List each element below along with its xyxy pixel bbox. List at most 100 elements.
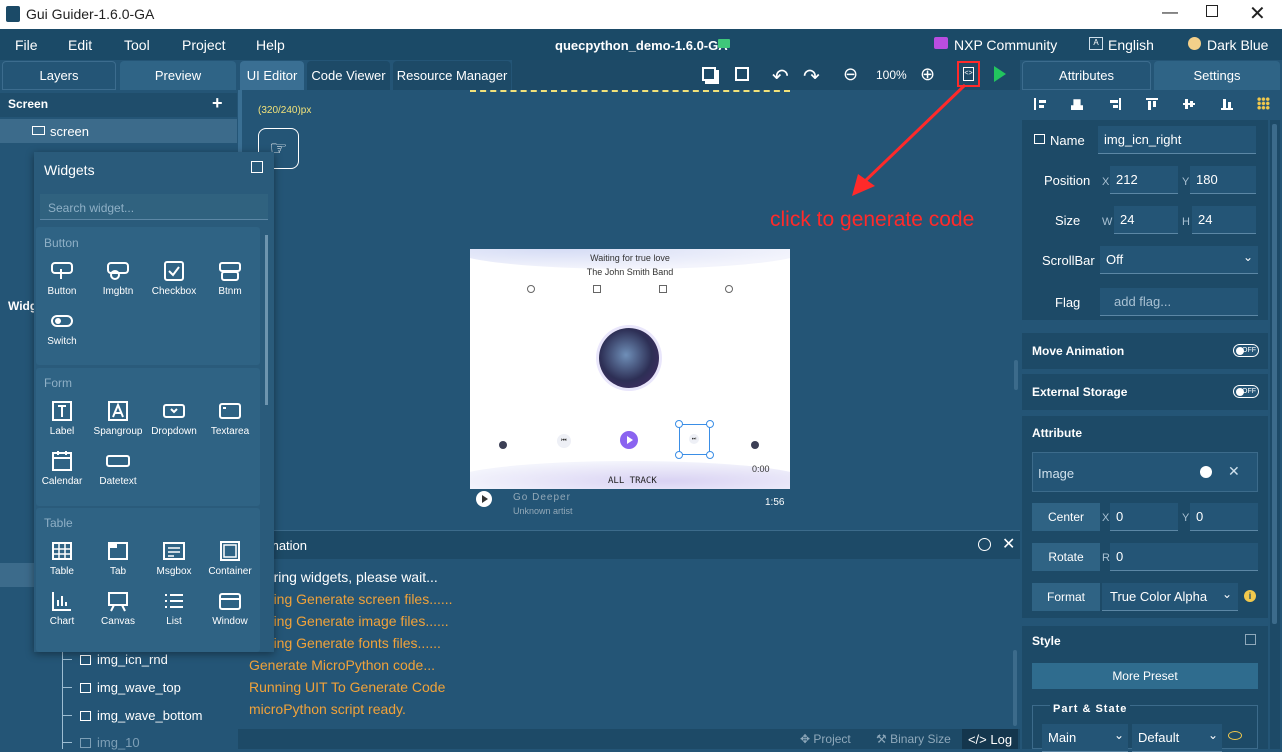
run-simulator-icon[interactable] [994, 66, 1006, 82]
tab-attributes[interactable]: Attributes [1022, 61, 1151, 90]
selected-next-button[interactable]: ⏭ [675, 420, 714, 459]
widget-spangroup[interactable]: Spangroup [90, 400, 146, 450]
rotate-input[interactable]: 0 [1110, 543, 1258, 571]
nxp-community-link[interactable]: NXP Community [954, 37, 1057, 53]
clear-image-icon[interactable]: ✕ [1228, 463, 1240, 480]
layer-item[interactable]: img_wave_top [62, 680, 181, 695]
widget-dropdown[interactable]: Dropdown [146, 400, 202, 450]
minimize-button[interactable]: — [1162, 4, 1178, 22]
menu-help[interactable]: Help [256, 37, 285, 53]
distribute-grid-icon[interactable] [1257, 97, 1270, 110]
external-storage-label: External Storage [1032, 385, 1128, 399]
widget-btnm[interactable]: Btnm [202, 260, 258, 310]
tab-layers[interactable]: Layers [2, 61, 116, 90]
widget-search-input[interactable]: Search widget... [40, 194, 268, 220]
widget-msgbox[interactable]: Msgbox [146, 540, 202, 590]
widget-canvas[interactable]: Canvas [90, 590, 146, 640]
align-bottom-icon[interactable] [1221, 98, 1233, 110]
add-screen-button[interactable]: + [212, 93, 223, 114]
position-y-input[interactable]: 180 [1190, 166, 1256, 194]
clear-log-icon[interactable] [978, 538, 991, 551]
download-icon[interactable] [659, 285, 667, 293]
align-right-icon[interactable] [1109, 98, 1121, 110]
widget-checkbox[interactable]: Checkbox [146, 260, 202, 310]
playlist-icon[interactable] [593, 285, 601, 293]
annotation-arrow [852, 83, 967, 196]
language-select[interactable]: English [1108, 37, 1154, 53]
external-storage-toggle[interactable]: OFF [1233, 385, 1259, 398]
close-button[interactable]: ✕ [1249, 1, 1266, 26]
center-x-input[interactable]: 0 [1110, 503, 1178, 531]
menu-edit[interactable]: Edit [68, 37, 92, 53]
widget-tab[interactable]: Tab [90, 540, 146, 590]
widget-imgbtn[interactable]: Imgbtn [90, 260, 146, 310]
bring-front-icon[interactable] [702, 67, 716, 81]
align-top-icon[interactable] [1146, 98, 1158, 110]
loop-icon[interactable] [751, 441, 759, 449]
maximize-button[interactable] [1206, 5, 1218, 17]
folder-icon [718, 39, 730, 48]
widget-datetext[interactable]: Datetext [90, 450, 146, 500]
close-log-icon[interactable]: ✕ [1002, 534, 1015, 554]
save-style-icon[interactable] [1245, 634, 1256, 645]
size-w-input[interactable]: 24 [1114, 206, 1178, 234]
play-triangle-icon [627, 436, 633, 444]
widget-list[interactable]: List [146, 590, 202, 640]
canvas-scrollbar[interactable] [1014, 360, 1018, 390]
size-h-input[interactable]: 24 [1192, 206, 1256, 234]
widget-calendar[interactable]: Calendar [34, 450, 90, 500]
align-toolbar [1022, 90, 1282, 120]
undo-icon[interactable]: ↶ [772, 64, 789, 89]
log-status-tab[interactable]: </> Log [962, 729, 1018, 749]
widget-table[interactable]: Table [34, 540, 90, 590]
layer-item[interactable]: img_wave_bottom [62, 708, 203, 723]
heart-icon[interactable] [527, 285, 535, 293]
layer-item[interactable]: img_icn_rnd [62, 652, 168, 667]
theme-select[interactable]: Dark Blue [1207, 37, 1268, 53]
prev-icon[interactable]: ⏮ [557, 434, 571, 448]
selected-layer-row[interactable] [0, 563, 36, 587]
align-center-icon[interactable] [1071, 99, 1083, 110]
screen-section-title: Screen [8, 97, 49, 111]
send-back-icon[interactable] [735, 67, 749, 81]
flag-input[interactable]: add flag... [1100, 288, 1258, 316]
tab-ui-editor[interactable]: UI Editor [240, 61, 304, 90]
image-icon [80, 710, 91, 721]
project-status-tab[interactable]: ✥ Project [800, 732, 851, 746]
menu-file[interactable]: File [15, 37, 38, 53]
widget-container[interactable]: Container [202, 540, 258, 590]
shuffle-icon[interactable] [499, 441, 507, 449]
project-title: quecpython_demo-1.6.0-GA [555, 38, 728, 53]
align-left-icon[interactable] [1034, 98, 1046, 110]
more-icon[interactable] [725, 285, 733, 293]
layer-item[interactable]: img_10 [62, 735, 140, 750]
binary-size-tab[interactable]: ⚒ Binary Size [876, 732, 951, 746]
scrollbar-select[interactable]: Off [1100, 246, 1258, 274]
redo-icon[interactable]: ↷ [803, 64, 820, 89]
info-icon[interactable]: i [1244, 590, 1256, 602]
tab-code-viewer[interactable]: Code Viewer [307, 61, 390, 90]
tab-preview[interactable]: Preview [120, 61, 236, 90]
tab-settings[interactable]: Settings [1154, 61, 1280, 90]
menu-tool[interactable]: Tool [124, 37, 150, 53]
right-scrollbar-thumb[interactable] [1272, 124, 1277, 624]
log-scrollbar[interactable] [1013, 650, 1017, 726]
align-middle-icon[interactable] [1183, 98, 1195, 110]
tab-resource-manager[interactable]: Resource Manager [393, 61, 511, 90]
position-x-input[interactable]: 212 [1110, 166, 1178, 194]
center-y-input[interactable]: 0 [1190, 503, 1258, 531]
eye-icon[interactable] [1228, 731, 1242, 740]
menu-project[interactable]: Project [182, 37, 226, 53]
widget-label[interactable]: Label [34, 400, 90, 450]
widget-textarea[interactable]: Textarea [202, 400, 258, 450]
widget-chart[interactable]: Chart [34, 590, 90, 640]
name-input[interactable]: img_icn_right [1098, 126, 1256, 154]
move-animation-toggle[interactable]: OFF [1233, 344, 1259, 357]
widget-button[interactable]: Button [34, 260, 90, 310]
more-preset-button[interactable]: More Preset [1032, 663, 1258, 689]
format-select[interactable]: True Color Alpha [1102, 583, 1238, 611]
widget-window[interactable]: Window [202, 590, 258, 640]
widget-switch[interactable]: Switch [34, 310, 90, 360]
style-title: Style [1032, 634, 1061, 648]
popout-icon[interactable] [251, 161, 263, 173]
